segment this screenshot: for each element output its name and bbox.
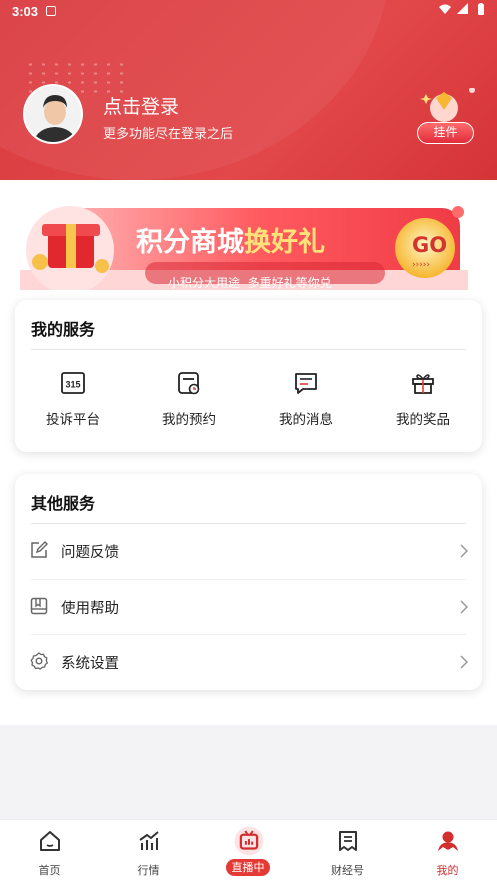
other-services-title: 其他服务 [31, 494, 96, 513]
battery-icon [478, 3, 484, 15]
nav-label: 行情 [137, 864, 160, 877]
status-bar: 3:03 [0, 0, 497, 24]
status-icons [439, 3, 487, 15]
chevron-right-icon [460, 544, 468, 558]
market-chart-icon [138, 831, 159, 850]
points-mall-banner[interactable]: 积分商城换好礼 小积分大用途 多重好礼等你兑 GO ››››› [20, 200, 468, 294]
my-services-card: 我的服务 315 投诉平台 我的预约 我的消息 我的奖品 [15, 300, 482, 452]
login-title[interactable]: 点击登录 [103, 92, 179, 119]
nav-market[interactable]: 行情 [99, 820, 198, 883]
service-label: 我的消息 [279, 412, 333, 428]
notification-icon [46, 6, 56, 16]
banner-go-label[interactable]: GO [412, 233, 447, 257]
service-reservation[interactable]: 我的预约 [134, 370, 244, 428]
other-services-card: 其他服务 问题反馈 使用帮助 系统设置 [15, 474, 482, 690]
row-feedback[interactable]: 问题反馈 [15, 524, 482, 579]
pendant-button[interactable]: 挂件 [417, 122, 474, 144]
gift-icon [412, 374, 434, 394]
row-label: 问题反馈 [61, 545, 119, 561]
row-settings[interactable]: 系统设置 [15, 635, 482, 690]
banner-go-arrows: ››››› [412, 260, 430, 270]
nav-label: 我的 [436, 864, 459, 877]
row-label: 系统设置 [61, 656, 119, 672]
chevron-right-icon [460, 655, 468, 669]
bottom-nav: 首页 行情 直播中 财经号 我的 [0, 819, 497, 883]
home-icon [39, 831, 60, 851]
service-complaint[interactable]: 315 投诉平台 [18, 370, 128, 428]
message-icon [295, 373, 317, 394]
status-time: 3:03 [12, 4, 39, 19]
row-label: 使用帮助 [61, 601, 119, 617]
help-book-icon [30, 597, 48, 615]
service-label: 我的预约 [162, 412, 216, 428]
profile-header: 3:03 点击登录 更多功能尽在登录之后 挂件 [0, 0, 497, 180]
service-label: 我的奖品 [396, 412, 450, 428]
avatar[interactable] [23, 84, 83, 144]
service-messages[interactable]: 我的消息 [251, 370, 361, 428]
edit-icon [31, 541, 48, 558]
gear-icon [30, 652, 48, 670]
service-prizes[interactable]: 我的奖品 [368, 370, 478, 428]
svg-text:315: 315 [65, 380, 80, 390]
nav-label: 财经号 [331, 864, 364, 877]
nav-finance[interactable]: 财经号 [298, 820, 397, 883]
nav-mine[interactable]: 我的 [398, 820, 497, 883]
banner-title-part2: 换好礼 [244, 227, 325, 258]
live-tv-icon [234, 826, 263, 856]
nav-live[interactable]: 直播中 [199, 820, 298, 883]
divider [31, 349, 466, 350]
finance-doc-icon [338, 831, 357, 851]
315-icon: 315 [61, 372, 85, 394]
live-badge: 直播中 [226, 859, 270, 876]
service-label: 投诉平台 [46, 412, 100, 428]
nav-home[interactable]: 首页 [0, 820, 99, 883]
banner-subtitle: 小积分大用途 多重好礼等你兑 [168, 276, 332, 290]
wifi-icon [439, 4, 451, 14]
signal-icon [457, 3, 468, 14]
my-services-title: 我的服务 [31, 320, 96, 339]
user-icon [437, 831, 458, 851]
banner-title-part1: 积分商城 [136, 227, 244, 258]
row-help[interactable]: 使用帮助 [15, 580, 482, 635]
nav-label: 首页 [38, 864, 61, 877]
chevron-right-icon [460, 600, 468, 614]
calendar-clock-icon [178, 372, 200, 395]
login-subtitle: 更多功能尽在登录之后 [103, 127, 234, 142]
pendant-widget[interactable]: 挂件 [414, 87, 476, 146]
